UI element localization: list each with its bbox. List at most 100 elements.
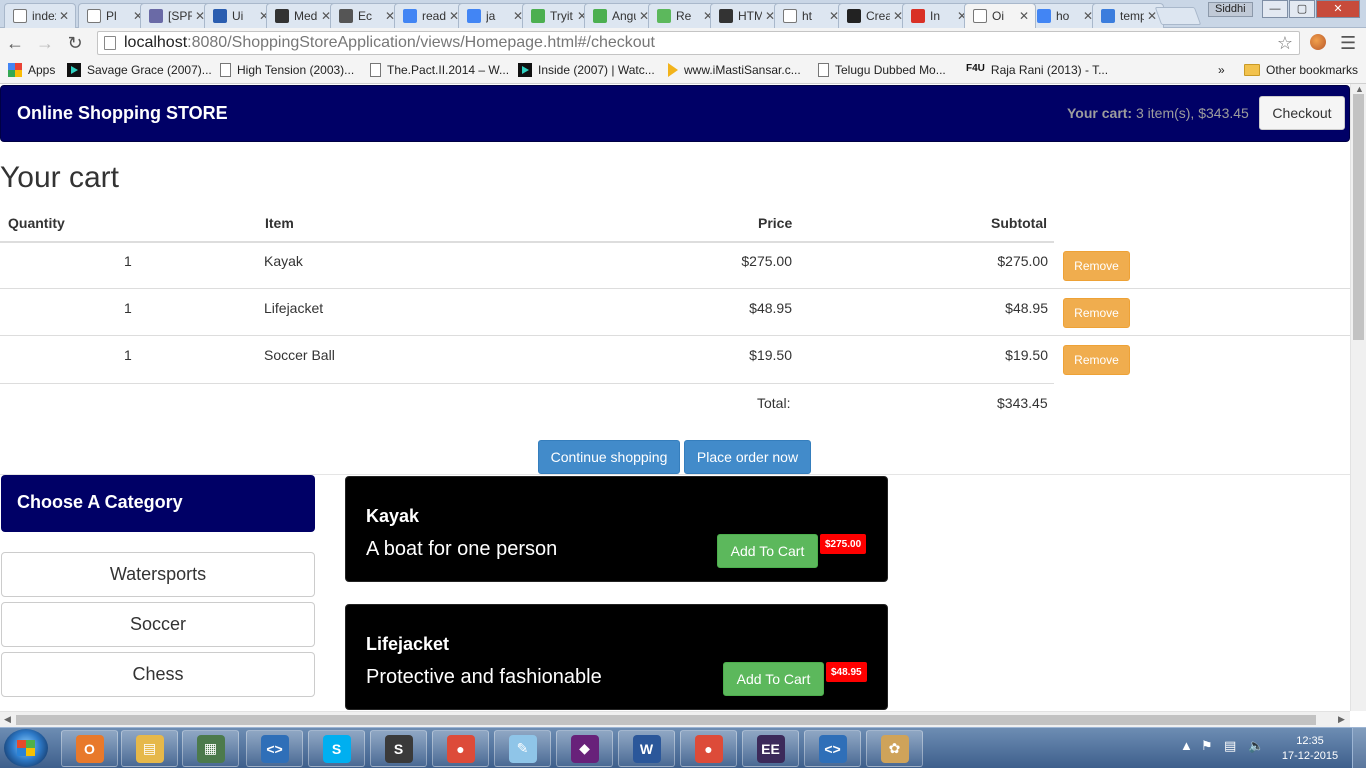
- bookmark-star-icon[interactable]: ☆: [1277, 33, 1293, 54]
- start-button[interactable]: [4, 729, 48, 767]
- gmail-icon: [911, 9, 925, 23]
- bookmark-item[interactable]: Inside (2007) | Watc...: [518, 63, 655, 77]
- show-desktop-button[interactable]: [1352, 728, 1366, 768]
- scroll-right-icon[interactable]: ▶: [1338, 714, 1345, 725]
- scroll-up-icon[interactable]: ▲: [1355, 84, 1364, 94]
- medium-icon: [275, 9, 289, 23]
- browser-tab[interactable]: ho ✕: [1028, 3, 1100, 28]
- bookmark-label: The.Pact.II.2014 – W...: [387, 63, 510, 77]
- taskbar-app-button[interactable]: W: [618, 730, 675, 767]
- category-watersports-button[interactable]: Watersports: [1, 552, 315, 597]
- scroll-thumb[interactable]: [16, 715, 1316, 725]
- horizontal-scrollbar[interactable]: ◀ ▶: [0, 711, 1350, 727]
- bookmark-item[interactable]: www.iMastiSansar.c...: [668, 63, 801, 77]
- bookmark-item[interactable]: F4U Raja Rani (2013) - T...: [966, 63, 1108, 77]
- browser-tab[interactable]: Angu✕: [584, 3, 656, 28]
- table-divider: [0, 383, 1054, 384]
- close-icon[interactable]: ✕: [1019, 9, 1031, 23]
- close-icon[interactable]: ✕: [59, 9, 71, 23]
- profile-badge[interactable]: Siddhi: [1208, 2, 1253, 17]
- extension-icon[interactable]: [1310, 34, 1326, 50]
- taskbar-app-button[interactable]: O: [61, 730, 118, 767]
- clock[interactable]: 12:35 17-12-2015: [1278, 734, 1342, 764]
- bookmark-item[interactable]: The.Pact.II.2014 – W...: [370, 63, 509, 77]
- tab-strip: index✕ Pl ✕ [SPRT✕ Ui ✕ Medi✕Ec✕read✕ja✕ Tryit ✕…: [0, 0, 1366, 28]
- bookmark-item[interactable]: Savage Grace (2007)...: [67, 63, 212, 77]
- bookmark-label: Savage Grace (2007)...: [87, 63, 212, 77]
- back-icon[interactable]: ←: [4, 32, 26, 54]
- browser-tab[interactable]: Ec ✕: [330, 3, 402, 28]
- continue-shopping-button[interactable]: Continue shopping: [538, 440, 680, 474]
- eclipse-icon: EE: [756, 734, 785, 763]
- play-icon: [67, 63, 81, 77]
- new-tab-button[interactable]: [1154, 7, 1202, 25]
- page-icon: [783, 9, 797, 23]
- taskbar-app-button[interactable]: ◆: [556, 730, 613, 767]
- taskbar-app-button[interactable]: ●: [680, 730, 737, 767]
- flag-icon[interactable]: ⚑: [1201, 738, 1213, 754]
- taskbar-app-button[interactable]: EE: [742, 730, 799, 767]
- tab-title: Ec: [358, 9, 373, 23]
- browser-tab[interactable]: temp✕: [1092, 3, 1164, 28]
- taskbar-app-button[interactable]: S: [308, 730, 365, 767]
- taskbar-app-button[interactable]: ▦: [182, 730, 239, 767]
- bookmark-label: Apps: [28, 63, 56, 77]
- maximize-button[interactable]: ▢: [1289, 0, 1315, 18]
- taskbar-app-button[interactable]: <>: [804, 730, 861, 767]
- quantity-cell: 1: [124, 300, 132, 316]
- tab-title: ht: [802, 9, 813, 23]
- tab-title: Tryit: [550, 9, 573, 23]
- forward-icon[interactable]: →: [34, 32, 56, 54]
- price-cell: $275.00: [741, 253, 792, 269]
- browser-tab[interactable]: index✕: [4, 3, 76, 28]
- browser-tab[interactable]: Oi ✕: [964, 3, 1036, 28]
- other-bookmarks[interactable]: Other bookmarks: [1244, 63, 1358, 77]
- volume-icon[interactable]: 🔈: [1248, 738, 1264, 754]
- taskbar-app-button[interactable]: ●: [432, 730, 489, 767]
- browser-tab[interactable]: ja ✕: [458, 3, 530, 28]
- browser-tab[interactable]: [SPRT✕: [140, 3, 212, 28]
- taskbar-app-button[interactable]: <>: [246, 730, 303, 767]
- checkout-button[interactable]: Checkout: [1259, 96, 1345, 130]
- bookmarks-more[interactable]: »: [1218, 63, 1225, 77]
- vertical-scrollbar[interactable]: ▲: [1350, 84, 1366, 711]
- table-header-divider: [0, 241, 1054, 243]
- bookmark-item[interactable]: High Tension (2003)...: [220, 63, 354, 77]
- page-icon: [370, 63, 381, 77]
- browser-toolbar: ← → ↻ localhost:8080/ShoppingStoreApplic…: [0, 28, 1366, 58]
- bookmark-item[interactable]: Apps: [8, 63, 55, 77]
- address-bar[interactable]: localhost:8080/ShoppingStoreApplication/…: [97, 31, 1300, 55]
- remove-button[interactable]: Remove: [1063, 345, 1130, 375]
- taskbar-app-button[interactable]: ▤: [121, 730, 178, 767]
- browser-tab[interactable]: Medi ✕: [266, 3, 338, 28]
- reload-icon[interactable]: ↻: [64, 32, 86, 54]
- network-icon[interactable]: ▤: [1224, 738, 1236, 754]
- add-to-cart-button[interactable]: Add To Cart: [717, 534, 818, 568]
- scroll-thumb[interactable]: [1353, 94, 1364, 340]
- vscode-icon: <>: [818, 734, 847, 763]
- menu-icon[interactable]: ☰: [1340, 33, 1356, 54]
- price-cell: $19.50: [749, 347, 792, 363]
- browser-tab[interactable]: Creat✕: [838, 3, 910, 28]
- add-to-cart-button[interactable]: Add To Cart: [723, 662, 824, 696]
- scroll-left-icon[interactable]: ◀: [4, 714, 11, 725]
- category-soccer-button[interactable]: Soccer: [1, 602, 315, 647]
- place-order-button[interactable]: Place order now: [684, 440, 811, 474]
- bookmark-item[interactable]: Telugu Dubbed Mo...: [818, 63, 946, 77]
- page-icon: [973, 9, 987, 23]
- remove-button[interactable]: Remove: [1063, 298, 1130, 328]
- category-chess-button[interactable]: Chess: [1, 652, 315, 697]
- browser-tab[interactable]: ht ✕: [774, 3, 846, 28]
- taskbar-app-button[interactable]: ✎: [494, 730, 551, 767]
- taskbar-app-button[interactable]: S: [370, 730, 427, 767]
- taskbar-app-button[interactable]: ✿: [866, 730, 923, 767]
- tray-arrow-icon[interactable]: ▲: [1180, 738, 1193, 753]
- minimize-button[interactable]: —: [1262, 0, 1288, 18]
- remove-button[interactable]: Remove: [1063, 251, 1130, 281]
- google-icon: [1037, 9, 1051, 23]
- store-brand[interactable]: Online Shopping STORE: [17, 103, 228, 124]
- tab-title: Re: [676, 9, 692, 23]
- browser-tab[interactable]: HTMl✕: [710, 3, 782, 28]
- browser-tab[interactable]: read ✕: [394, 3, 466, 28]
- close-window-button[interactable]: ✕: [1316, 0, 1360, 18]
